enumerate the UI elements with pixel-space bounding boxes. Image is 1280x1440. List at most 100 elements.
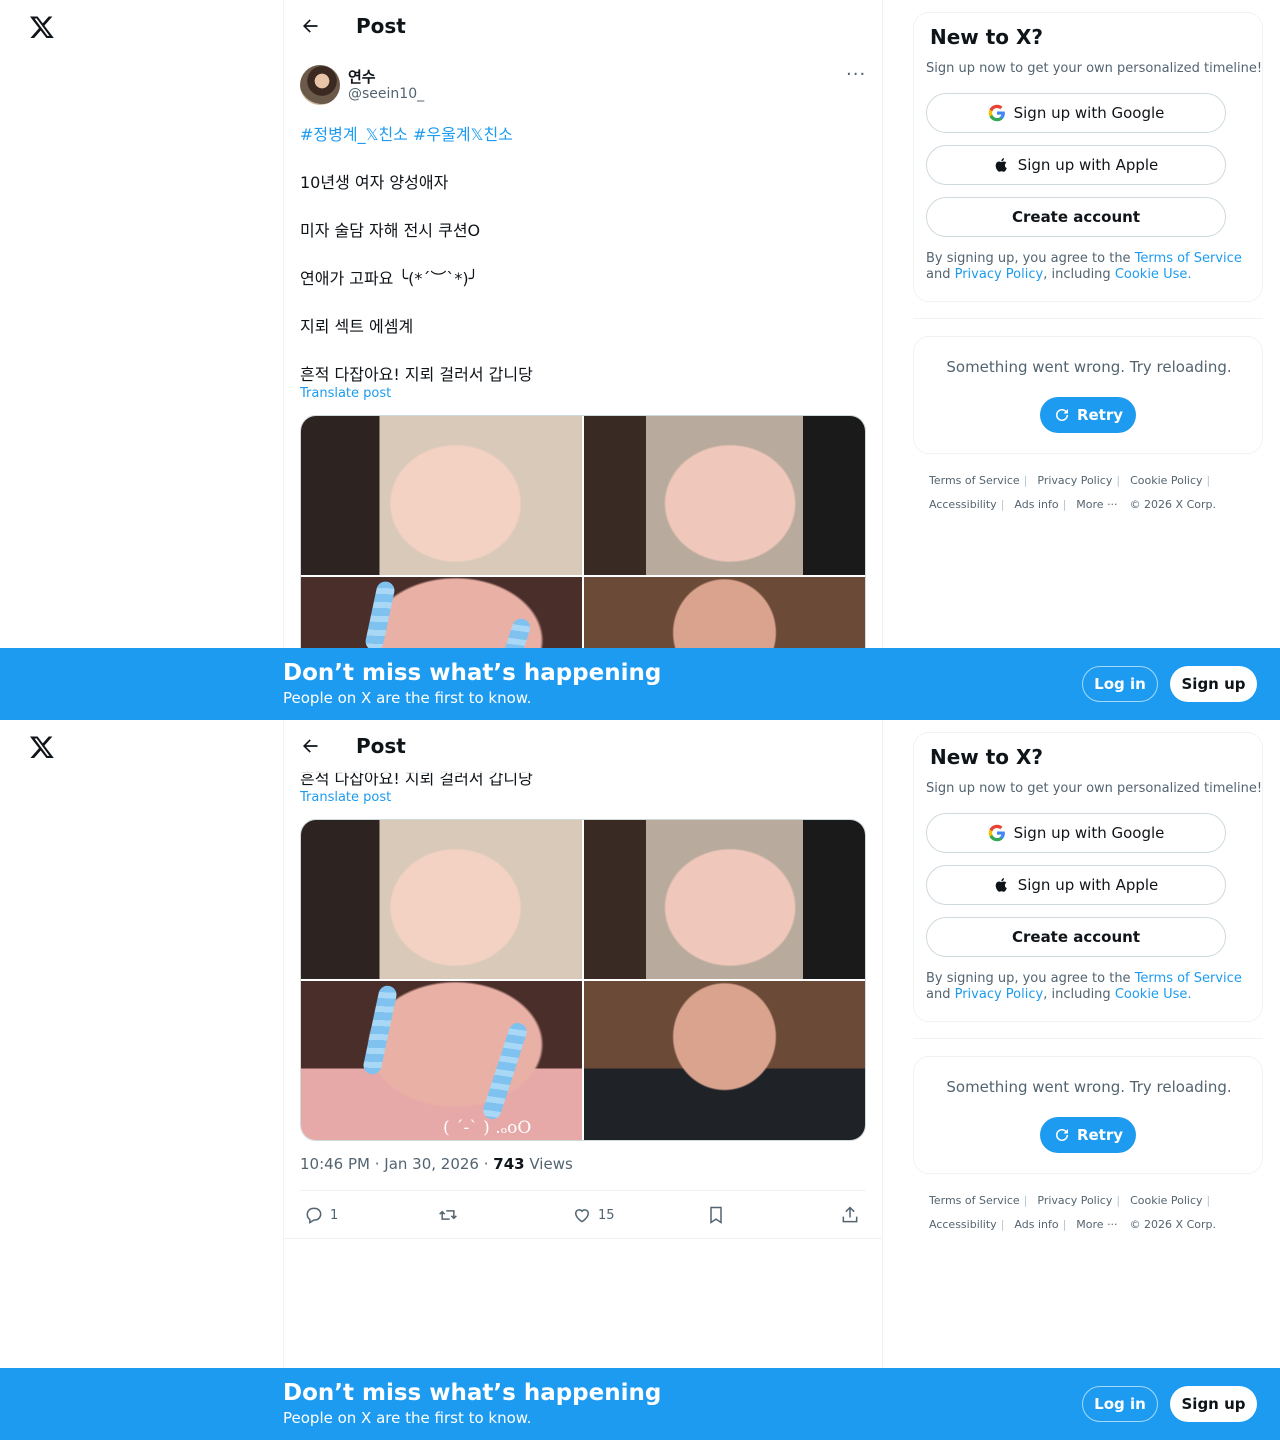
post-photo[interactable]: [301, 416, 582, 575]
viewport-top: Post 연수 @seein10_ ··· #정병계_𝕏친소 #우울계𝕏친소 1…: [0, 0, 1280, 720]
cookie-link[interactable]: Cookie Use.: [1115, 987, 1192, 1002]
apple-signup-button[interactable]: Sign up with Apple: [926, 865, 1226, 905]
user-handle[interactable]: @seein10_: [348, 86, 424, 102]
apple-signup-button[interactable]: Sign up with Apple: [926, 145, 1226, 185]
share-button[interactable]: [840, 1205, 860, 1225]
google-signup-button[interactable]: Sign up with Google: [926, 813, 1226, 853]
post-timestamp: 10:46 PM · Jan 30, 2026 · 743 Views: [300, 1155, 573, 1173]
privacy-link[interactable]: Privacy Policy: [955, 987, 1044, 1002]
post-photo[interactable]: [584, 416, 865, 575]
retry-button[interactable]: Retry: [1040, 1117, 1136, 1153]
privacy-link[interactable]: Privacy Policy: [955, 267, 1044, 282]
post-photo[interactable]: ( ˊ-ˋ ) .ₒoO: [301, 981, 582, 1140]
reply-button[interactable]: 1: [304, 1205, 338, 1225]
reply-icon: [306, 1207, 322, 1224]
wave-sticker: [363, 579, 397, 653]
signup-card: New to X? Sign up now to get your own pe…: [913, 12, 1263, 302]
photo-caption: ( ˊ-ˋ ) .ₒoO: [443, 1118, 532, 1138]
wave-sticker: [480, 1020, 530, 1122]
apple-icon: [995, 878, 1007, 892]
views-count: 743: [493, 1155, 525, 1173]
page-title: Post: [356, 734, 406, 758]
footer-privacy-link[interactable]: Privacy Policy: [1037, 1194, 1112, 1207]
footer-links: Terms of Service | Privacy Policy | Cookie P…: [929, 474, 1216, 511]
signup-legal-text: By signing up, you agree to the Terms of…: [926, 251, 1252, 283]
footer-copyright: © 2026 X Corp.: [1129, 1218, 1216, 1231]
terms-link[interactable]: Terms of Service: [1135, 971, 1242, 986]
create-account-button[interactable]: Create account: [926, 197, 1226, 237]
legal-text: By signing up, you agree to the: [926, 251, 1135, 266]
bookmark-button[interactable]: [706, 1205, 726, 1225]
column-divider: [882, 720, 883, 1440]
login-button[interactable]: Log in: [1082, 1386, 1158, 1422]
legal-text: , including: [1043, 267, 1115, 282]
back-arrow-icon[interactable]: [300, 16, 320, 36]
footer-copyright: © 2026 X Corp.: [1129, 498, 1216, 511]
retry-label: Retry: [1076, 1126, 1124, 1144]
footer-cookie-link[interactable]: Cookie Policy: [1130, 1194, 1202, 1207]
translate-post-link[interactable]: Translate post: [300, 790, 391, 805]
more-options-icon[interactable]: ···: [846, 64, 866, 85]
post-image-grid: ( ˊ-ˋ ) .ₒoO: [300, 819, 866, 1141]
google-icon: [988, 824, 1005, 842]
bookmark-icon: [710, 1206, 722, 1224]
back-arrow-icon[interactable]: [300, 736, 320, 756]
retry-button[interactable]: Retry: [1040, 397, 1136, 433]
google-icon: [988, 104, 1005, 122]
footer-privacy-link[interactable]: Privacy Policy: [1037, 474, 1112, 487]
reply-count: 1: [330, 1207, 339, 1223]
footer-accessibility-link[interactable]: Accessibility: [929, 498, 997, 511]
post-photo[interactable]: [584, 981, 865, 1140]
error-card: Something went wrong. Try reloading. Ret…: [913, 1056, 1263, 1174]
post-text-line: 연애가 고파요 ╰(*´︶`*)╯: [300, 269, 479, 288]
footer-more-link[interactable]: More ···: [1076, 1218, 1117, 1231]
like-button[interactable]: 15: [572, 1205, 615, 1225]
post-header: Post: [284, 720, 882, 773]
signup-button[interactable]: Sign up: [1170, 1386, 1257, 1422]
footer-ads-link[interactable]: Ads info: [1014, 498, 1058, 511]
repost-button[interactable]: [438, 1205, 458, 1225]
post-text-line: 흔적 다잡아요! 지뢰 걸러서 갑니당: [300, 365, 533, 384]
post-hashtags[interactable]: #정병계_𝕏친소 #우울계𝕏친소: [300, 121, 513, 145]
legal-text: , including: [1043, 987, 1115, 1002]
post-time[interactable]: 10:46 PM · Jan 30, 2026 ·: [300, 1155, 493, 1173]
legal-text: By signing up, you agree to the: [926, 971, 1135, 986]
legal-text: and: [926, 267, 955, 282]
post-text-line: 미자 술담 자해 전시 쿠션O: [300, 221, 481, 240]
error-message: Something went wrong. Try reloading.: [946, 358, 1232, 376]
footer-cookie-link[interactable]: Cookie Policy: [1130, 474, 1202, 487]
post-photo[interactable]: [584, 820, 865, 979]
x-logo-icon[interactable]: [29, 14, 55, 40]
google-signup-button[interactable]: Sign up with Google: [926, 93, 1226, 133]
post-photo[interactable]: [301, 820, 582, 979]
post-text-line: 10년생 여자 양성애자: [300, 173, 449, 192]
footer-ads-link[interactable]: Ads info: [1014, 1218, 1058, 1231]
apple-signup-label: Sign up with Apple: [1017, 156, 1159, 174]
refresh-icon: [1055, 1129, 1068, 1141]
google-signup-label: Sign up with Google: [1013, 104, 1165, 122]
translate-post-link[interactable]: Translate post: [300, 386, 391, 401]
footer-accessibility-link[interactable]: Accessibility: [929, 1218, 997, 1231]
page-title: Post: [356, 14, 406, 38]
footer-links: Terms of Service | Privacy Policy | Cookie P…: [929, 1194, 1216, 1231]
create-account-button[interactable]: Create account: [926, 917, 1226, 957]
login-banner: Don’t miss what’s happening People on X …: [0, 648, 1280, 720]
retry-label: Retry: [1076, 406, 1124, 424]
legal-text: and: [926, 987, 955, 1002]
terms-link[interactable]: Terms of Service: [1135, 251, 1242, 266]
signup-subtitle: Sign up now to get your own personalized…: [926, 61, 1263, 76]
post-column: Post 흔적 다잡아요! 지뢰 걸러서 갑니당 Translate post …: [284, 720, 882, 1440]
column-divider: [882, 0, 883, 720]
avatar[interactable]: [300, 65, 340, 105]
cookie-link[interactable]: Cookie Use.: [1115, 267, 1192, 282]
footer-terms-link[interactable]: Terms of Service: [929, 1194, 1020, 1207]
footer-more-link[interactable]: More ···: [1076, 498, 1117, 511]
display-name[interactable]: 연수: [348, 66, 376, 87]
signup-button[interactable]: Sign up: [1170, 666, 1257, 702]
login-banner: Don’t miss what’s happening People on X …: [0, 1368, 1280, 1440]
footer-terms-link[interactable]: Terms of Service: [929, 474, 1020, 487]
viewport-bottom: Post 흔적 다잡아요! 지뢰 걸러서 갑니당 Translate post …: [0, 720, 1280, 1440]
login-button[interactable]: Log in: [1082, 666, 1158, 702]
signup-title: New to X?: [930, 745, 1044, 769]
x-logo-icon[interactable]: [29, 734, 55, 760]
